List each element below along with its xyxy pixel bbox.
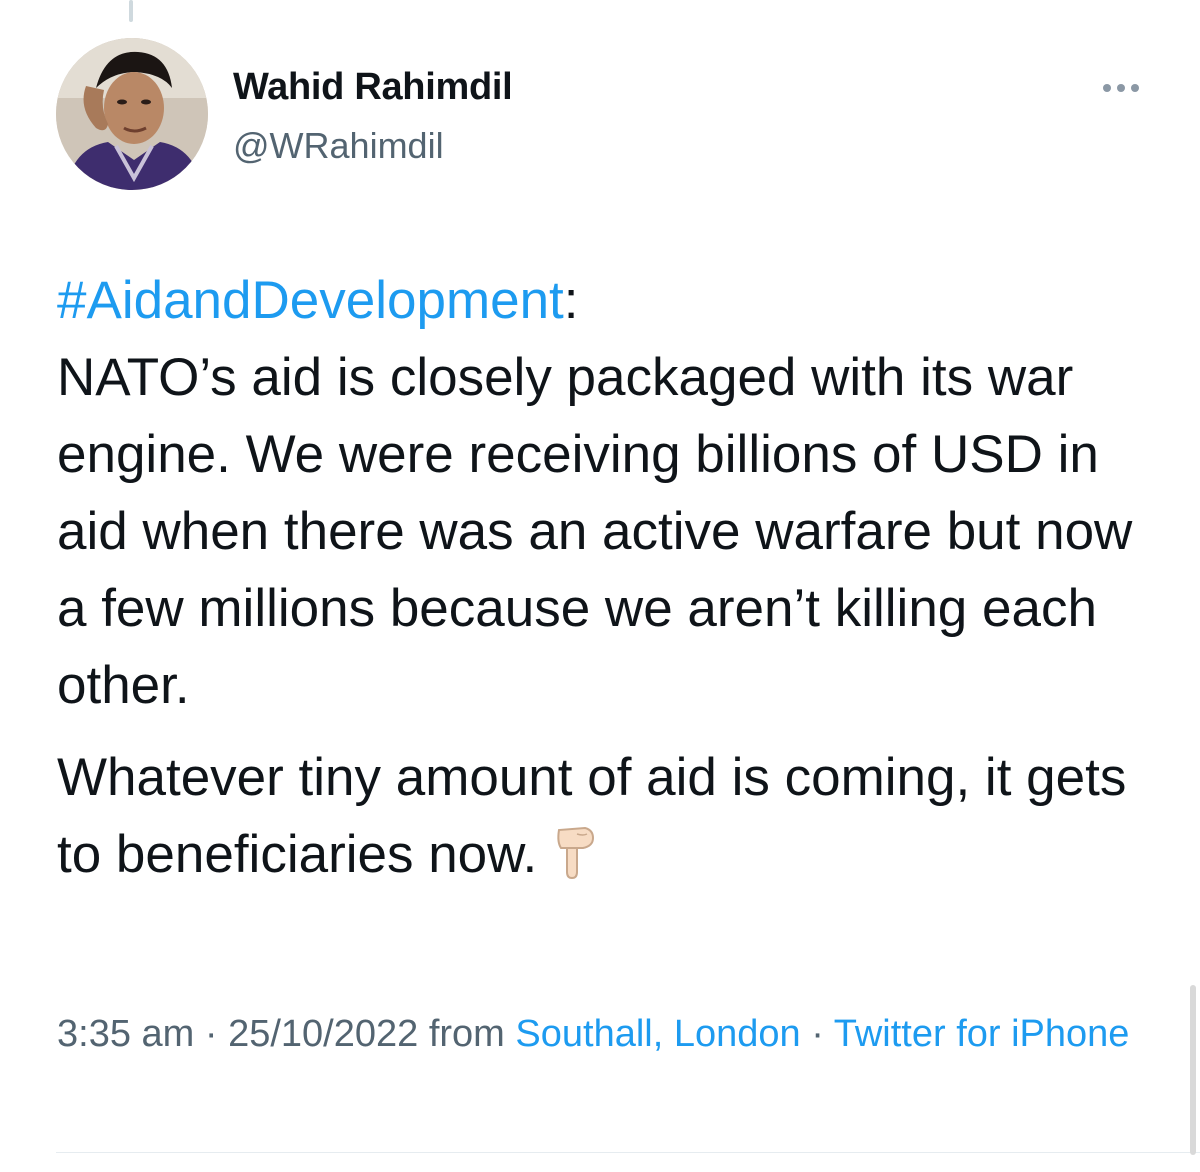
display-name[interactable]: Wahid Rahimdil <box>233 66 513 109</box>
more-dot <box>1103 84 1111 92</box>
tweet-time[interactable]: 3:35 am <box>57 1013 194 1055</box>
from-label: from <box>418 1013 516 1055</box>
more-options-button[interactable] <box>1092 72 1150 104</box>
meta-separator: · <box>800 1013 834 1055</box>
more-dot <box>1117 84 1125 92</box>
avatar[interactable] <box>56 38 208 190</box>
thread-connector-line <box>129 0 133 22</box>
divider <box>56 1152 1200 1153</box>
avatar-photo <box>56 38 208 190</box>
tweet-paragraph-2: Whatever tiny amount of aid is coming, i… <box>57 739 1167 893</box>
more-dot <box>1131 84 1139 92</box>
hashtag-link[interactable]: #AidandDevelopment <box>57 271 564 330</box>
tweet-paragraph-1: #AidandDevelopment: NATO’s aid is closely… <box>57 262 1167 724</box>
location-link[interactable]: Southall, London <box>515 1013 800 1055</box>
meta-separator: · <box>194 1013 229 1055</box>
tweet-paragraph-1-text: NATO’s aid is closely packaged with its … <box>57 348 1133 715</box>
hashtag-suffix: : <box>563 271 579 330</box>
user-handle[interactable]: @WRahimdil <box>233 125 444 167</box>
tweet-metadata: 3:35 am · 25/10/2022 from Southall, Lond… <box>57 1005 1167 1063</box>
tweet-body: #AidandDevelopment: NATO’s aid is closely… <box>57 262 1167 893</box>
tweet-date[interactable]: 25/10/2022 <box>228 1013 418 1055</box>
pointing-down-emoji-icon <box>553 824 601 880</box>
more-horizontal-icon <box>1103 84 1139 92</box>
source-link[interactable]: Twitter for iPhone <box>834 1013 1130 1055</box>
scrollbar[interactable] <box>1190 985 1196 1155</box>
